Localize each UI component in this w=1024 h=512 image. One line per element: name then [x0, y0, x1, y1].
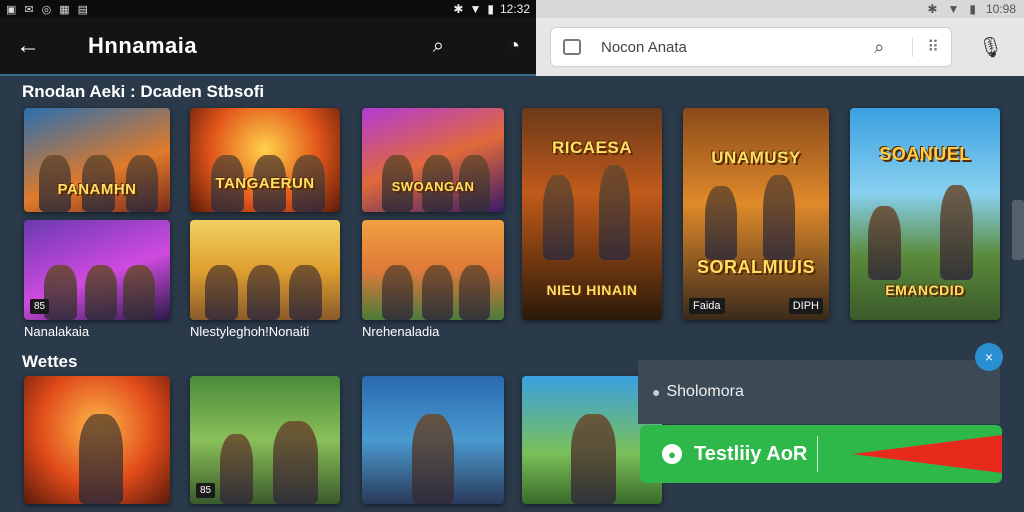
game-card[interactable] — [362, 376, 504, 504]
apps-grid-icon[interactable]: ⠿ — [912, 37, 939, 57]
battery-icon-right: ▮ — [969, 2, 976, 16]
game-card[interactable]: 85 — [24, 220, 170, 320]
game-badge: 85 — [30, 299, 50, 314]
promo-panel: ● Sholomora — [638, 360, 1000, 424]
game-title: SOANUEL — [879, 144, 971, 164]
game-caption: Nanalakaia — [24, 324, 90, 339]
notification-icons: ▣ ✉ ◎ ▦ ▤ — [6, 3, 88, 16]
status-bar: ▣ ✉ ◎ ▦ ▤ ✱ ▼ ▮ 12:32 — [0, 0, 536, 18]
section-title-bottom: Wettes — [22, 352, 78, 371]
game-card[interactable]: TANGAERUN — [190, 108, 340, 212]
game-badge: Faida — [689, 298, 725, 314]
divider — [817, 436, 819, 472]
scrollbar[interactable] — [1012, 200, 1024, 260]
wifi-icon-right: ▼ — [947, 2, 960, 16]
install-button[interactable]: ● Testliiy AoR — [640, 425, 1002, 483]
section-title-top: Rnodan Aeki : Dcaden Stbsofi — [22, 82, 265, 101]
game-badge: 85 — [196, 483, 216, 498]
game-card[interactable] — [362, 220, 504, 320]
game-card[interactable]: 85 — [190, 376, 340, 504]
status-bar-right: ✱ ▼ ▮ 10:98 — [536, 0, 1024, 18]
game-subtitle: SORALMIUIS — [696, 257, 815, 277]
game-caption: Nrehenaladia — [362, 324, 440, 339]
back-arrow-icon[interactable]: ← — [16, 32, 48, 60]
arrow-icon — [852, 435, 1002, 473]
game-card[interactable] — [190, 220, 340, 320]
status-time-right: 10:98 — [985, 2, 1016, 16]
game-card[interactable]: RICAESA NIEU HINAIN — [522, 108, 662, 320]
game-card[interactable]: SOANUEL EMANCDID — [850, 108, 1000, 320]
bluetooth-icon: ✱ — [453, 2, 464, 16]
search-input[interactable] — [601, 38, 875, 56]
game-badge: DIPH — [788, 298, 823, 314]
game-card[interactable]: SWOANGAN — [362, 108, 504, 212]
game-icon: ▦ — [59, 3, 70, 16]
mic-icon[interactable]: 🎙 — [978, 35, 1003, 60]
image-icon: ▣ — [6, 3, 17, 16]
search-box[interactable]: ⌕ ⠿ — [550, 27, 952, 67]
game-subtitle: EMANCDID — [885, 282, 965, 298]
game-card[interactable]: PANAMHN — [24, 108, 170, 212]
search-icon[interactable]: ⌕ — [874, 37, 884, 58]
status-time: 12:32 — [499, 2, 530, 16]
clock-icon[interactable]: ◔ — [508, 35, 520, 58]
close-button[interactable]: × — [975, 343, 1003, 371]
game-card[interactable] — [24, 376, 170, 504]
game-title: PANAMHN — [57, 181, 137, 198]
photo-icon: ▤ — [77, 3, 89, 16]
game-subtitle: NIEU HINAIN — [546, 282, 638, 298]
wifi-icon: ▼ — [469, 2, 482, 16]
game-title: UNAMUSY — [711, 148, 801, 167]
game-title: TANGAERUN — [215, 175, 315, 192]
search-bar-container: ⌕ ⠿ 🎙 — [536, 18, 1024, 76]
install-label: Testliiy AoR — [694, 442, 808, 465]
promo-text: Sholomora — [666, 383, 744, 400]
battery-icon: ▮ — [487, 2, 494, 16]
game-card[interactable]: UNAMUSY SORALMIUIS Faida DIPH — [683, 108, 829, 320]
signal-icon: ✱ — [927, 2, 938, 16]
app-title: Hnnamaia — [88, 33, 198, 58]
download-icon: ● — [662, 444, 682, 464]
app-icon: ◎ — [41, 3, 52, 16]
game-title: SWOANGAN — [391, 179, 475, 194]
lens-icon — [563, 39, 581, 55]
game-caption: Nlestyleghoh!Nonaiti — [190, 324, 310, 339]
pin-icon: ● — [652, 384, 661, 400]
app-bar: ← Hnnamaia ⌕ ◔ — [0, 18, 536, 76]
mail-icon: ✉ — [24, 3, 34, 16]
search-icon[interactable]: ⌕ — [433, 35, 444, 58]
game-title: RICAESA — [551, 138, 632, 157]
